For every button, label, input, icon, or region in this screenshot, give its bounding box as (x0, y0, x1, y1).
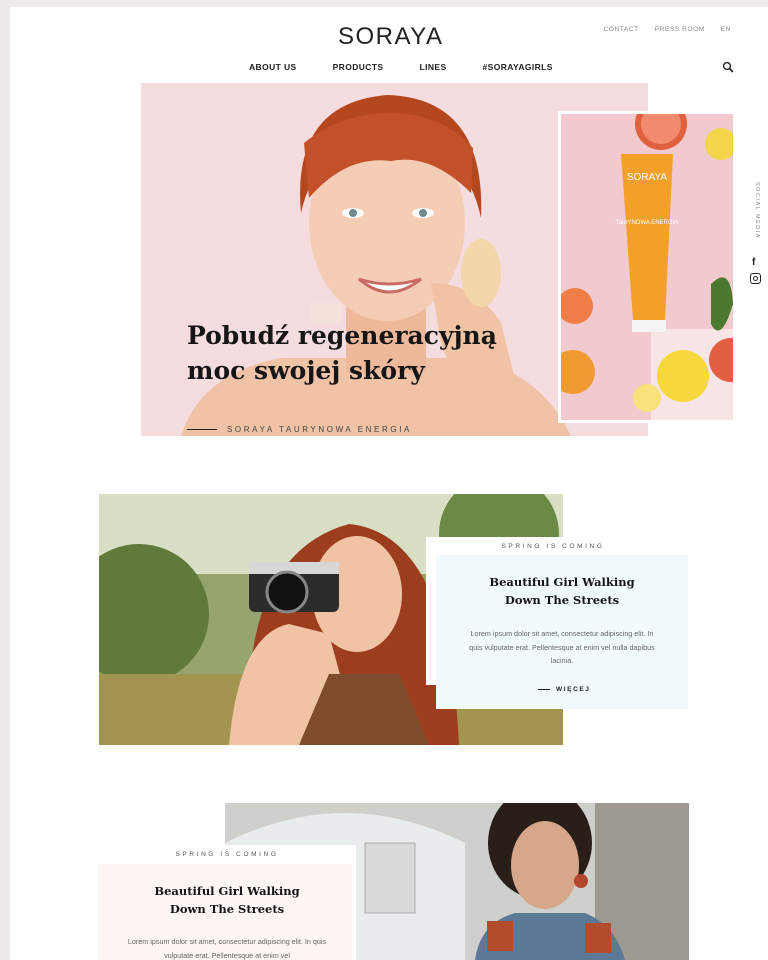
article-1-more-link[interactable]: WIĘCEJ (538, 686, 591, 693)
article-1-body: Lorem ipsum dolor sit amet, consectetur … (469, 629, 655, 665)
hero-title-line-1: Pobudź regeneracyjną (187, 321, 497, 350)
nav-products[interactable]: PRODUCTS (333, 62, 384, 72)
facebook-icon[interactable]: f (752, 257, 755, 268)
utility-nav: CONTACT PRESS ROOM EN (604, 26, 731, 33)
search-icon[interactable] (722, 61, 734, 73)
soraya-logo[interactable]: SORAYA (338, 23, 443, 51)
hero-subtitle[interactable]: SORAYA TAURYNOWA ENERGIA (187, 425, 412, 434)
article-1-more-label: WIĘCEJ (556, 686, 591, 693)
nav-sorayagirls[interactable]: #SORAYAGIRLS (483, 62, 553, 72)
contact-link[interactable]: CONTACT (604, 26, 639, 33)
product-brand-text: SORAYA (627, 172, 668, 183)
product-line-text: TaurYNOWA ENERGIA (616, 220, 678, 226)
article-2-kicker: SPRING IS COMING (175, 851, 279, 858)
product-tube-image: SORAYA TaurYNOWA ENERGIA (561, 114, 733, 420)
article-2-title[interactable]: Beautiful Girl Walking Down The Streets (137, 882, 317, 918)
hero-subtitle-dash (187, 428, 217, 431)
nav-about-us[interactable]: ABOUT US (249, 62, 297, 72)
article-1-title[interactable]: Beautiful Girl Walking Down The Streets (472, 573, 652, 609)
language-switch[interactable]: EN (721, 26, 731, 33)
article-2-body: Lorem ipsum dolor sit amet, consectetur … (127, 937, 327, 960)
nav-lines[interactable]: LINES (420, 62, 447, 72)
social-media-label: SOCIAL MEDIA (754, 182, 760, 239)
page: SORAYA CONTACT PRESS ROOM EN ABOUT US PR… (10, 7, 768, 960)
product-image-card[interactable]: SORAYA TaurYNOWA ENERGIA (558, 111, 736, 423)
press-room-link[interactable]: PRESS ROOM (655, 26, 705, 33)
hero-subtitle-text: SORAYA TAURYNOWA ENERGIA (227, 425, 412, 434)
instagram-icon[interactable] (750, 273, 761, 284)
more-dash (538, 688, 550, 691)
hero-title: Pobudź regeneracyjną moc swojej skóry (187, 318, 517, 388)
main-nav: ABOUT US PRODUCTS LINES #SORAYAGIRLS (249, 62, 553, 72)
article-1-kicker: SPRING IS COMING (501, 543, 605, 550)
hero-title-line-2: moc swojej skóry (187, 356, 425, 385)
